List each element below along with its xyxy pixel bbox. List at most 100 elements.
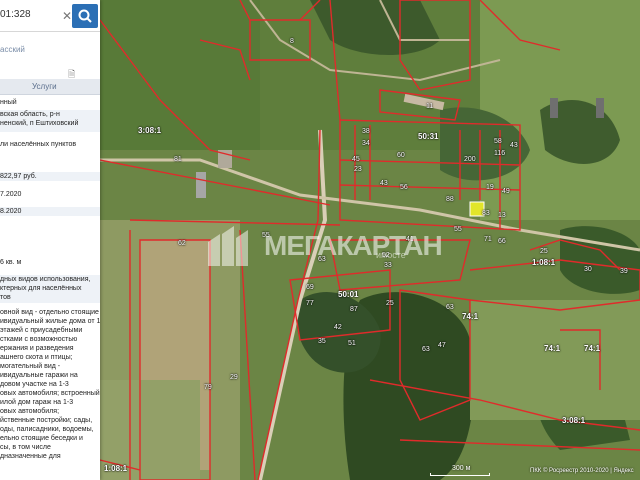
parcel-label[interactable]: 79 — [204, 384, 212, 391]
parcel-label[interactable]: 25 — [540, 248, 548, 255]
info-row-text: этажей с приусадебными — [0, 327, 83, 334]
parcel-label[interactable]: 87 — [350, 306, 358, 313]
info-row-text: йственные постройки; сады, — [0, 417, 93, 424]
panel-tabs: Услуги — [0, 79, 100, 95]
parcel-label[interactable]: 25 — [386, 300, 394, 307]
info-row-text: ашнего скота и птицы; — [0, 354, 73, 361]
zone-label: 3:08:1 — [138, 126, 162, 135]
info-row-text: нный — [0, 99, 17, 106]
info-row-text: овной вид - отдельно стоящие — [0, 309, 99, 316]
close-icon[interactable]: ✕ — [62, 9, 72, 23]
parcel-label[interactable]: 49 — [502, 188, 510, 195]
info-permitted-use: овной вид - отдельно стоящие ивидуальный… — [0, 308, 100, 461]
zone-label: 3:08:1 — [562, 416, 586, 425]
zone-label: 1:08:1 — [532, 258, 556, 267]
parcel-label[interactable]: 39 — [620, 268, 628, 275]
info-row-text: ивидуальный жилые дома от 1 — [0, 318, 100, 325]
info-row-text: могательный вид - — [0, 363, 61, 370]
search-bar: 01:328 ✕ — [0, 0, 100, 32]
parcel-label[interactable]: 43 — [380, 180, 388, 187]
parcel-label[interactable]: 38 — [362, 128, 370, 135]
info-row-text: оды, палисадники, водоемы, — [0, 426, 94, 433]
parcel-label[interactable]: 19 — [486, 184, 494, 191]
parcel-label[interactable]: 30 — [584, 266, 592, 273]
info-area: 6 кв. м — [0, 258, 100, 267]
search-input[interactable]: 01:328 — [0, 9, 31, 20]
parcel-label[interactable]: 45 — [352, 156, 360, 163]
parcel-label[interactable]: 63 — [422, 346, 430, 353]
info-row-text: ли населённых пунктов — [0, 141, 77, 148]
info-row-text: ктерных для населённых — [0, 285, 82, 292]
parcel-label[interactable]: 69 — [306, 284, 314, 291]
parcel-label[interactable]: 63 — [446, 304, 454, 311]
watermark-logo-icon — [208, 226, 248, 266]
parcel-label[interactable]: 51 — [348, 340, 356, 347]
zone-label: 74:1 — [462, 312, 479, 321]
parcel-label[interactable]: 77 — [306, 300, 314, 307]
watermark: МЕГАКАРТАН имосте — [200, 222, 460, 270]
parcel-label[interactable]: 35 — [318, 338, 326, 345]
info-row-text: 8.2020 — [0, 208, 22, 215]
info-row-text: довом участке на 1-3 — [0, 381, 69, 388]
info-row-text: ненский, п Ештиховский — [0, 120, 79, 127]
parcel-label[interactable]: 42 — [334, 324, 342, 331]
scale-bar: 300 м — [430, 465, 490, 476]
parcel-label[interactable]: 200 — [464, 156, 476, 163]
copyright: ПКК © Росреестр 2010-2020 | Яндекс — [530, 468, 634, 474]
search-button[interactable] — [72, 4, 98, 28]
zone-label: 50:31 — [418, 132, 439, 141]
info-row-text: ельно стоящие беседки и — [0, 435, 83, 442]
parcel-label[interactable]: 11 — [426, 103, 433, 110]
info-date-2: 8.2020 — [0, 207, 100, 216]
info-row-text: ивидуальные гаражи на — [0, 372, 78, 379]
tab-services[interactable]: Услуги — [32, 82, 57, 91]
parcel-label[interactable]: 23 — [354, 166, 362, 173]
parcel-label[interactable]: 58 — [494, 138, 502, 145]
info-row-text: 6 кв. м — [0, 259, 22, 266]
parcel-label[interactable]: 34 — [362, 140, 370, 147]
info-panel: 01:328 ✕ асский 🗎 ☆ Услуги нный вская об… — [0, 0, 100, 480]
info-cadastral-cost: 822,97 руб. — [0, 172, 100, 181]
document-icon[interactable]: 🗎 — [68, 67, 78, 79]
parcel-label[interactable]: 71 — [484, 236, 492, 243]
parcel-label[interactable]: 66 — [498, 238, 506, 245]
scale-bar-line — [430, 473, 490, 476]
parcel-label[interactable]: 81 — [174, 156, 182, 163]
zone-label: 74:1 — [584, 344, 601, 353]
parcel-label[interactable]: 116 — [494, 150, 505, 157]
info-row-text: сы, в том числе — [0, 444, 51, 451]
info-status: нный — [0, 98, 100, 107]
address-subtitle[interactable]: асский — [0, 45, 25, 54]
info-row-text: 7.2020 — [0, 191, 22, 198]
info-row-text: тов — [0, 294, 11, 301]
search-icon — [78, 9, 92, 23]
zone-label: 1:08:1 — [104, 464, 128, 473]
info-row-text: овых автомобиля; встроенный — [0, 390, 100, 397]
parcel-label[interactable]: 83 — [482, 210, 490, 217]
info-row-text: ержания и разведения — [0, 345, 74, 352]
info-address: вская область, р-н ненский, п Ештиховски… — [0, 110, 100, 132]
parcel-label[interactable]: 88 — [446, 196, 454, 203]
parcel-label[interactable]: 29 — [230, 374, 238, 381]
info-category: ли населённых пунктов — [0, 140, 100, 149]
info-row-text: овых автомобиля; — [0, 408, 60, 415]
info-usage: дных видов использования, ктерных для на… — [0, 275, 100, 303]
scale-label: 300 м — [452, 465, 471, 472]
info-row-text: 822,97 руб. — [0, 173, 37, 180]
parcel-label[interactable]: 8 — [290, 38, 294, 45]
zone-label: 74:1 — [544, 344, 561, 353]
watermark-subtext: имосте — [376, 250, 406, 260]
parcel-label[interactable]: 43 — [510, 142, 518, 149]
info-row-text: вская область, р-н — [0, 111, 60, 118]
parcel-label[interactable]: 47 — [438, 342, 446, 349]
parcel-label[interactable]: 60 — [397, 152, 405, 159]
watermark-text: МЕГАКАРТАН — [264, 230, 443, 261]
info-date-1: 7.2020 — [0, 190, 100, 199]
info-row-text: дназначенные для — [0, 453, 61, 460]
info-row-text: илой дом гараж на 1-3 — [0, 399, 74, 406]
zone-label: 50:01 — [338, 290, 359, 299]
parcel-label[interactable]: 62 — [178, 240, 186, 247]
info-row-text: дных видов использования, — [0, 276, 91, 283]
parcel-label[interactable]: 13 — [498, 212, 506, 219]
parcel-label[interactable]: 56 — [400, 184, 408, 191]
